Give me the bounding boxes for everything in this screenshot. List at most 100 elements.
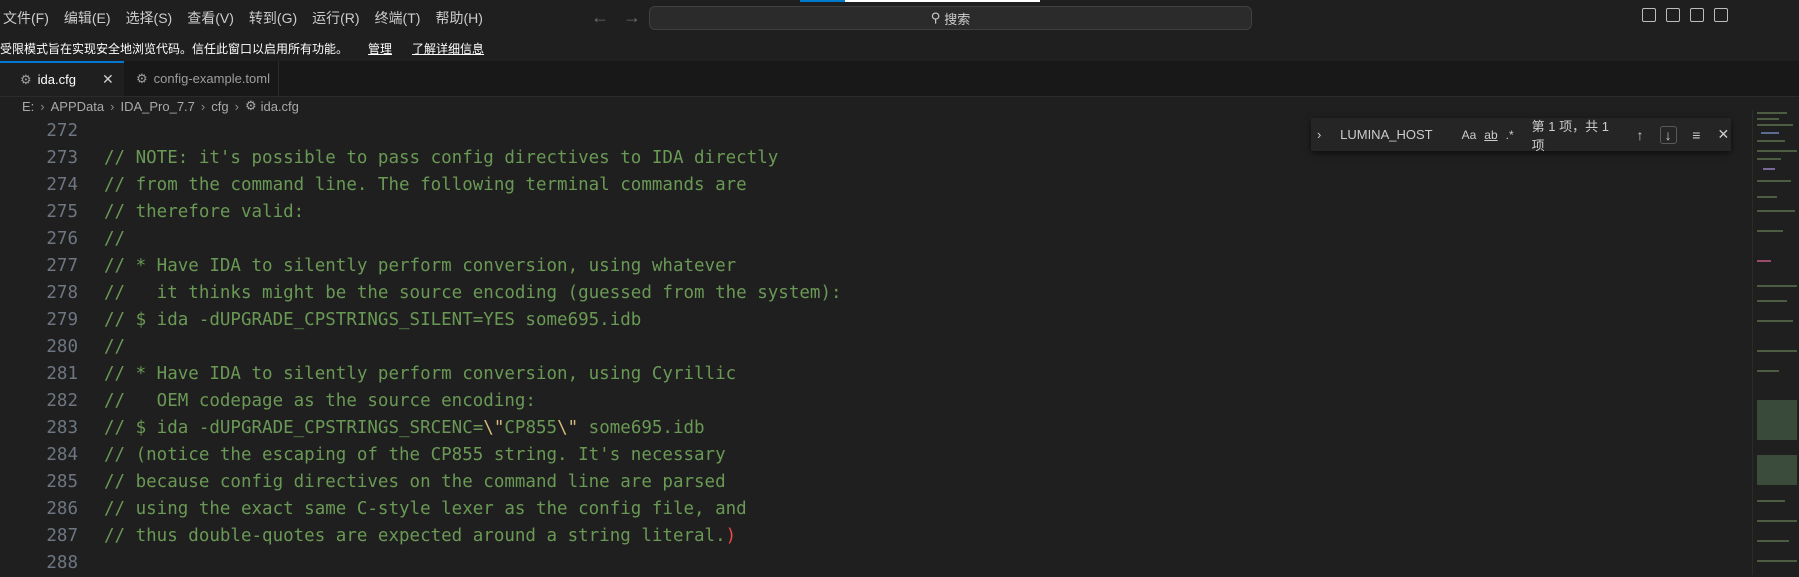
restricted-message: 受限模式旨在实现安全地浏览代码。信任此窗口以启用所有功能。 (0, 42, 349, 56)
line-number: 276 (46, 229, 78, 249)
line-number: 278 (46, 283, 78, 303)
code-line: 286 // using the exact same C-style lexer… (0, 496, 1752, 523)
code-text: // therefore valid: (104, 202, 305, 222)
tab-ida-cfg[interactable]: ⚙ ida.cfg ✕ (0, 61, 124, 96)
code-line: 278 // it thinks might be the source enco… (0, 280, 1752, 307)
line-number: 283 (46, 418, 78, 438)
chevron-right-icon: › (40, 98, 45, 114)
code-segment: CP855 (504, 418, 558, 438)
menu-help[interactable]: 帮助(H) (435, 8, 482, 28)
gear-icon: ⚙ (20, 71, 32, 87)
breadcrumb-item[interactable]: APPData (51, 99, 104, 114)
tab-label: config-example.toml (153, 71, 270, 86)
line-number: 284 (46, 445, 78, 465)
find-widget: › LUMINA_HOST Aa ab .* 第 1 项，共 1 项 ↑ ↓ ≡… (1311, 118, 1731, 153)
line-number: 273 (46, 148, 78, 168)
breadcrumb-item[interactable]: IDA_Pro_7.7 (120, 99, 194, 114)
unmatched-paren: ) (725, 526, 737, 546)
menu-bar: 文件(F) 编辑(E) 选择(S) 查看(V) 转到(G) 运行(R) 终端(T… (3, 8, 498, 28)
code-segment: some695.idb (578, 418, 705, 438)
find-in-selection-icon[interactable]: ≡ (1689, 127, 1704, 143)
code-text: // * Have IDA to silently perform conver… (104, 256, 737, 276)
nav-arrows: ← → (591, 7, 641, 28)
code-line: 279 // $ ida -dUPGRADE_CPSTRINGS_SILENT=Y… (0, 307, 1752, 334)
code-text: // OEM codepage as the source encoding: (104, 391, 536, 411)
code-text: // (104, 337, 126, 357)
menu-run[interactable]: 运行(R) (312, 8, 359, 28)
line-number: 277 (46, 256, 78, 276)
gear-icon: ⚙ (244, 98, 257, 113)
code-line: 287 // thus double-quotes are expected ar… (0, 523, 1752, 550)
tab-bar: ⚙ ida.cfg ✕ ⚙ config-example.toml (0, 61, 1799, 97)
layout-controls (1642, 8, 1728, 22)
code-editor[interactable]: 272 273 // NOTE: it's possible to pass co… (0, 118, 1752, 575)
title-bar: 文件(F) 编辑(E) 选择(S) 查看(V) 转到(G) 运行(R) 终端(T… (0, 0, 1799, 36)
code-line: 281 // * Have IDA to silently perform con… (0, 361, 1752, 388)
previous-match-arrow-icon[interactable]: ↑ (1632, 127, 1647, 143)
code-line: 282 // OEM codepage as the source encodin… (0, 388, 1752, 415)
close-icon[interactable]: ✕ (102, 71, 114, 88)
menu-selection[interactable]: 选择(S) (126, 8, 173, 28)
code-text: // (notice the escaping of the CP855 str… (104, 445, 726, 465)
line-number: 285 (46, 472, 78, 492)
code-line: 275 // therefore valid: (0, 199, 1752, 226)
chevron-right-icon: › (234, 98, 239, 114)
escape-sequence: \" (483, 418, 505, 438)
find-input[interactable]: LUMINA_HOST (1340, 127, 1453, 142)
breadcrumb-item[interactable]: ida.cfg (261, 99, 299, 114)
code-line: 280 // (0, 334, 1752, 361)
code-line: 283// $ ida -dUPGRADE_CPSTRINGS_SRCENC=\… (0, 415, 1752, 442)
learn-more-link[interactable]: 了解详细信息 (412, 40, 484, 57)
breadcrumb-item[interactable]: E: (22, 99, 34, 114)
code-line: 285 // because config directives on the c… (0, 469, 1752, 496)
command-center-search[interactable]: ⚲ 搜索 (649, 6, 1252, 30)
code-line: 284 // (notice the escaping of the CP855 … (0, 442, 1752, 469)
line-number: 281 (46, 364, 78, 384)
code-line: 274 // from the command line. The followi… (0, 172, 1752, 199)
whole-word-toggle[interactable]: ab (1484, 128, 1497, 142)
toggle-replace-chevron-icon[interactable]: › (1317, 127, 1332, 142)
line-number: 279 (46, 310, 78, 330)
code-text: // (104, 229, 126, 249)
tab-config-example-toml[interactable]: ⚙ config-example.toml (124, 61, 279, 96)
line-number: 274 (46, 175, 78, 195)
code-line: 288 (0, 550, 1752, 577)
next-match-arrow-icon[interactable]: ↓ (1659, 125, 1677, 144)
code-text: // * Have IDA to silently perform conver… (104, 364, 737, 384)
code-text: // $ ida -dUPGRADE_CPSTRINGS_SILENT=YES … (104, 310, 642, 330)
breadcrumb-item[interactable]: cfg (211, 99, 228, 114)
breadcrumb: E: › APPData › IDA_Pro_7.7 › cfg › ⚙ ida… (22, 98, 299, 114)
toggle-primary-sidebar-icon[interactable] (1642, 8, 1656, 22)
forward-arrow-icon[interactable]: → (623, 7, 641, 28)
code-segment: // $ ida -dUPGRADE_CPSTRINGS_SRCENC= (104, 418, 484, 438)
code-line: 276 // (0, 226, 1752, 253)
title-accent-highlight (845, 0, 1040, 2)
restricted-mode-banner: 受限模式旨在实现安全地浏览代码。信任此窗口以启用所有功能。 管理 了解详细信息 (0, 36, 1799, 61)
line-number: 287 (46, 526, 78, 546)
close-icon[interactable]: ✕ (1716, 126, 1731, 143)
menu-view[interactable]: 查看(V) (187, 8, 234, 28)
escape-sequence: \" (557, 418, 579, 438)
line-number: 282 (46, 391, 78, 411)
code-text: // because config directives on the comm… (104, 472, 726, 492)
toggle-panel-icon[interactable] (1666, 8, 1680, 22)
code-text: // thus double-quotes are expected aroun… (104, 523, 736, 550)
line-number: 286 (46, 499, 78, 519)
chevron-right-icon: › (110, 98, 115, 114)
back-arrow-icon[interactable]: ← (591, 7, 609, 28)
toggle-secondary-sidebar-icon[interactable] (1690, 8, 1704, 22)
menu-terminal[interactable]: 终端(T) (375, 8, 421, 28)
match-case-toggle[interactable]: Aa (1462, 128, 1477, 142)
tab-label: ida.cfg (37, 72, 76, 87)
minimap[interactable] (1752, 110, 1799, 575)
line-number: 280 (46, 337, 78, 357)
menu-go[interactable]: 转到(G) (249, 8, 297, 28)
menu-file[interactable]: 文件(F) (3, 8, 49, 28)
code-text: // using the exact same C-style lexer as… (104, 499, 747, 519)
manage-link[interactable]: 管理 (368, 40, 392, 57)
menu-edit[interactable]: 编辑(E) (64, 8, 111, 28)
line-number: 275 (46, 202, 78, 222)
customize-layout-icon[interactable] (1714, 8, 1728, 22)
code-text: // it thinks might be the source encodin… (104, 283, 842, 303)
regex-toggle[interactable]: .* (1506, 128, 1514, 142)
